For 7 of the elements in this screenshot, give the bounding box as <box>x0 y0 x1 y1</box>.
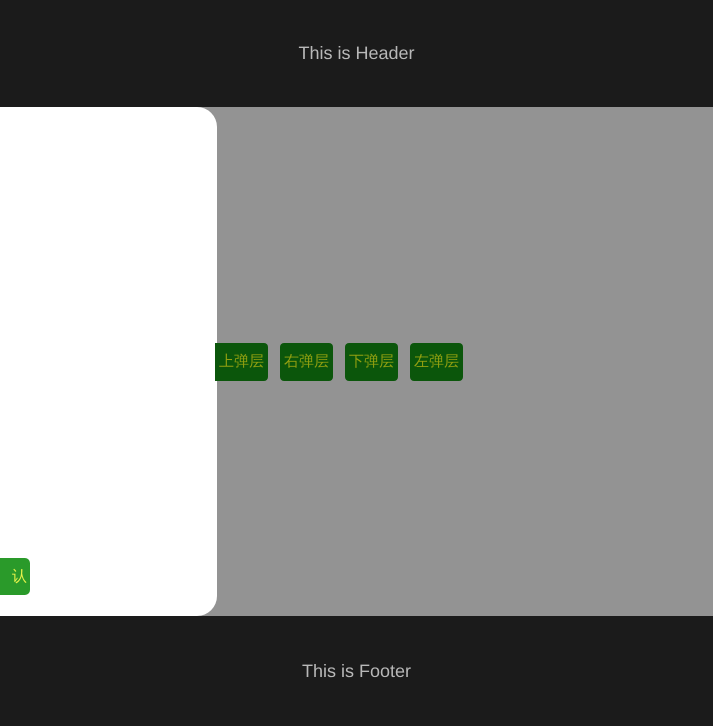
popup-button[interactable]: 左弹层 <box>410 342 463 380</box>
footer-text: This is Footer <box>302 660 412 682</box>
popup-button[interactable]: 下弹层 <box>345 342 398 380</box>
popup-button[interactable]: 右弹层 <box>280 342 333 380</box>
popup-button[interactable]: 上弹层 <box>215 342 268 380</box>
confirm-button[interactable]: 认 <box>0 558 30 595</box>
header-title: This is Header <box>298 42 415 65</box>
